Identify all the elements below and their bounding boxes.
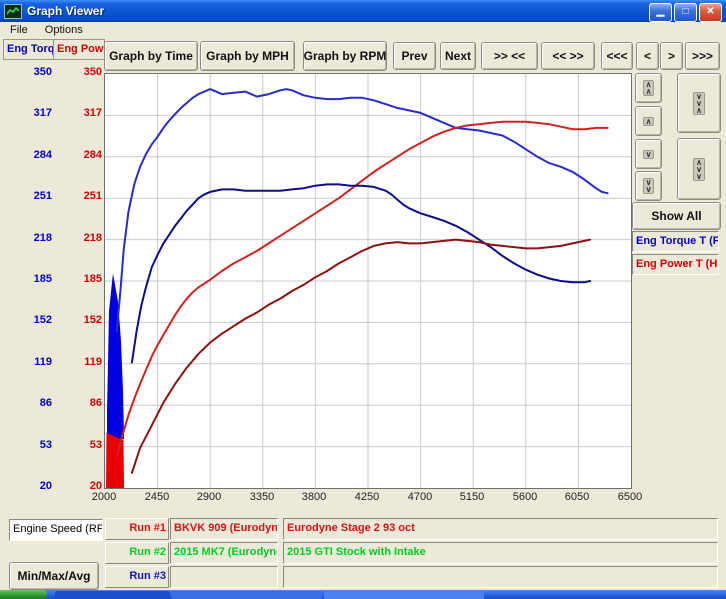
x-channel-field[interactable]: Engine Speed (RPM (9, 519, 103, 541)
scroll-far-left-button[interactable]: <<< (601, 42, 633, 70)
spin-down-double-button[interactable]: ∨ ∨ (635, 171, 662, 201)
run2-desc: 2015 GTI Stock with Intake (284, 543, 717, 558)
chevron-down-icon: ∨ (643, 150, 655, 159)
y-axis-tick: 185 (70, 273, 102, 285)
taskbar-item[interactable] (324, 591, 484, 599)
minimize-button[interactable]: ▁ (649, 3, 672, 22)
run1-button[interactable]: Run #1 (105, 518, 169, 540)
scroll-right-button[interactable]: > (660, 42, 683, 70)
y-axis-tick: 119 (20, 356, 52, 368)
x-axis-tick: 2450 (135, 491, 179, 503)
y-expand-button[interactable]: ∧ ∨ ∨ (677, 138, 721, 200)
y-axis-tick: 284 (70, 149, 102, 161)
menu-bar: File Options (3, 22, 723, 39)
run1-label: Run #1 (106, 519, 168, 534)
x-axis-tick: 2900 (187, 491, 231, 503)
y-axis-tick: 20 (20, 480, 52, 492)
x-axis-tick: 4700 (398, 491, 442, 503)
plot-area[interactable] (104, 73, 632, 489)
spin-up-double-button[interactable]: ∧ ∧ (635, 73, 662, 103)
spin-down-button[interactable]: ∨ (635, 139, 662, 169)
taskbar (0, 590, 726, 599)
x-axis-tick: 5150 (450, 491, 494, 503)
legend-power[interactable]: Eng Power T (HP) (632, 254, 719, 275)
title-bar[interactable]: Graph Viewer ▁ □ ✕ (0, 0, 726, 22)
x-channel-label: Engine Speed (RPM (10, 520, 102, 535)
y-axis-tick: 350 (20, 66, 52, 78)
run3-file-field[interactable] (170, 566, 278, 588)
y-axis-tick: 218 (70, 232, 102, 244)
legend-power-label: Eng Power T (HP) (633, 255, 718, 270)
y-axis-tick: 317 (20, 107, 52, 119)
spin-up-button[interactable]: ∧ (635, 106, 662, 136)
dyno-chart (105, 74, 631, 488)
run3-label: Run #3 (106, 567, 168, 582)
app-window: Graph Viewer ▁ □ ✕ File Options Eng Torq… (0, 0, 726, 590)
show-all-button[interactable]: Show All (632, 202, 721, 230)
run3-desc (284, 567, 717, 570)
run2-file-field[interactable]: 2015 MK7 (Eurodyne, E (170, 542, 278, 564)
y-axis-tick: 86 (20, 397, 52, 409)
x-axis-tick: 6500 (608, 491, 652, 503)
y-axis-tick: 185 (20, 273, 52, 285)
prev-button[interactable]: Prev (393, 42, 436, 70)
expand-vertical-icon: ∧ ∨ ∨ (693, 158, 705, 181)
y-axis-tick: 350 (70, 66, 102, 78)
min-max-avg-button[interactable]: Min/Max/Avg (9, 562, 99, 590)
run2-desc-field[interactable]: 2015 GTI Stock with Intake (283, 542, 718, 564)
chevron-up-icon: ∧ (643, 117, 655, 126)
legend-torque-label: Eng Torque T (Ft-L (633, 232, 718, 247)
run3-desc-field[interactable] (283, 566, 718, 588)
x-axis-tick: 3800 (292, 491, 336, 503)
curve-1-run-1-eng-power-hp- (117, 122, 608, 457)
graph-by-mph-button[interactable]: Graph by MPH (200, 41, 295, 71)
y-axis-tick: 152 (20, 314, 52, 326)
y-axis-tick: 317 (70, 107, 102, 119)
run1-desc-field[interactable]: Eurodyne Stage 2 93 oct (283, 518, 718, 540)
graph-by-time-button[interactable]: Graph by Time (104, 41, 198, 71)
expand-x-button[interactable]: << >> (541, 42, 595, 70)
run1-torque-start-band (107, 273, 124, 439)
run2-file: 2015 MK7 (Eurodyne, E (171, 543, 277, 558)
y-axis-tick: 251 (70, 190, 102, 202)
x-axis-tick: 2000 (82, 491, 126, 503)
run1-file: BKVK 909 (Eurodyne, I (171, 519, 277, 534)
run2-label: Run #2 (106, 543, 168, 558)
y-axis-tick: 251 (20, 190, 52, 202)
maximize-button[interactable]: □ (674, 3, 697, 22)
compress-x-button[interactable]: >> << (481, 42, 538, 70)
y-axis-tick: 218 (20, 232, 52, 244)
chevron-up-double-icon: ∧ ∧ (643, 80, 655, 96)
taskbar-item[interactable] (172, 591, 322, 599)
y-axis-tick: 119 (70, 356, 102, 368)
scroll-far-right-button[interactable]: >>> (685, 42, 720, 70)
curve-3-run-2-eng-power-hp- (132, 240, 590, 473)
next-button[interactable]: Next (440, 42, 476, 70)
close-button[interactable]: ✕ (699, 3, 722, 22)
run1-desc: Eurodyne Stage 2 93 oct (284, 519, 717, 534)
y-axis-tick: 53 (20, 439, 52, 451)
run3-button[interactable]: Run #3 (105, 566, 169, 588)
compress-vertical-icon: ∨ ∨ ∧ (693, 92, 705, 115)
y-compress-button[interactable]: ∨ ∨ ∧ (677, 73, 721, 133)
y-axis-tick: 152 (70, 314, 102, 326)
graph-by-rpm-button[interactable]: Graph by RPM (303, 41, 387, 71)
run2-button[interactable]: Run #2 (105, 542, 169, 564)
x-axis-tick: 5600 (503, 491, 547, 503)
taskbar-item[interactable] (55, 591, 170, 599)
curve-2-run-2-eng-torque-ft-lbs- (132, 184, 590, 362)
x-axis-tick: 4250 (345, 491, 389, 503)
legend-torque[interactable]: Eng Torque T (Ft-L (632, 231, 719, 252)
run1-file-field[interactable]: BKVK 909 (Eurodyne, I (170, 518, 278, 540)
chevron-down-double-icon: ∨ ∨ (643, 178, 655, 194)
run3-file (171, 567, 277, 570)
scroll-left-button[interactable]: < (636, 42, 659, 70)
start-button[interactable] (0, 590, 47, 599)
torque-axis-labels: 350 317 284 251 218 185 152 119 86 53 20 (20, 0, 52, 590)
x-axis-tick: 3350 (240, 491, 284, 503)
y-axis-tick: 284 (20, 149, 52, 161)
y-axis-tick: 53 (70, 439, 102, 451)
x-axis-tick: 6050 (555, 491, 599, 503)
y-axis-tick: 86 (70, 397, 102, 409)
